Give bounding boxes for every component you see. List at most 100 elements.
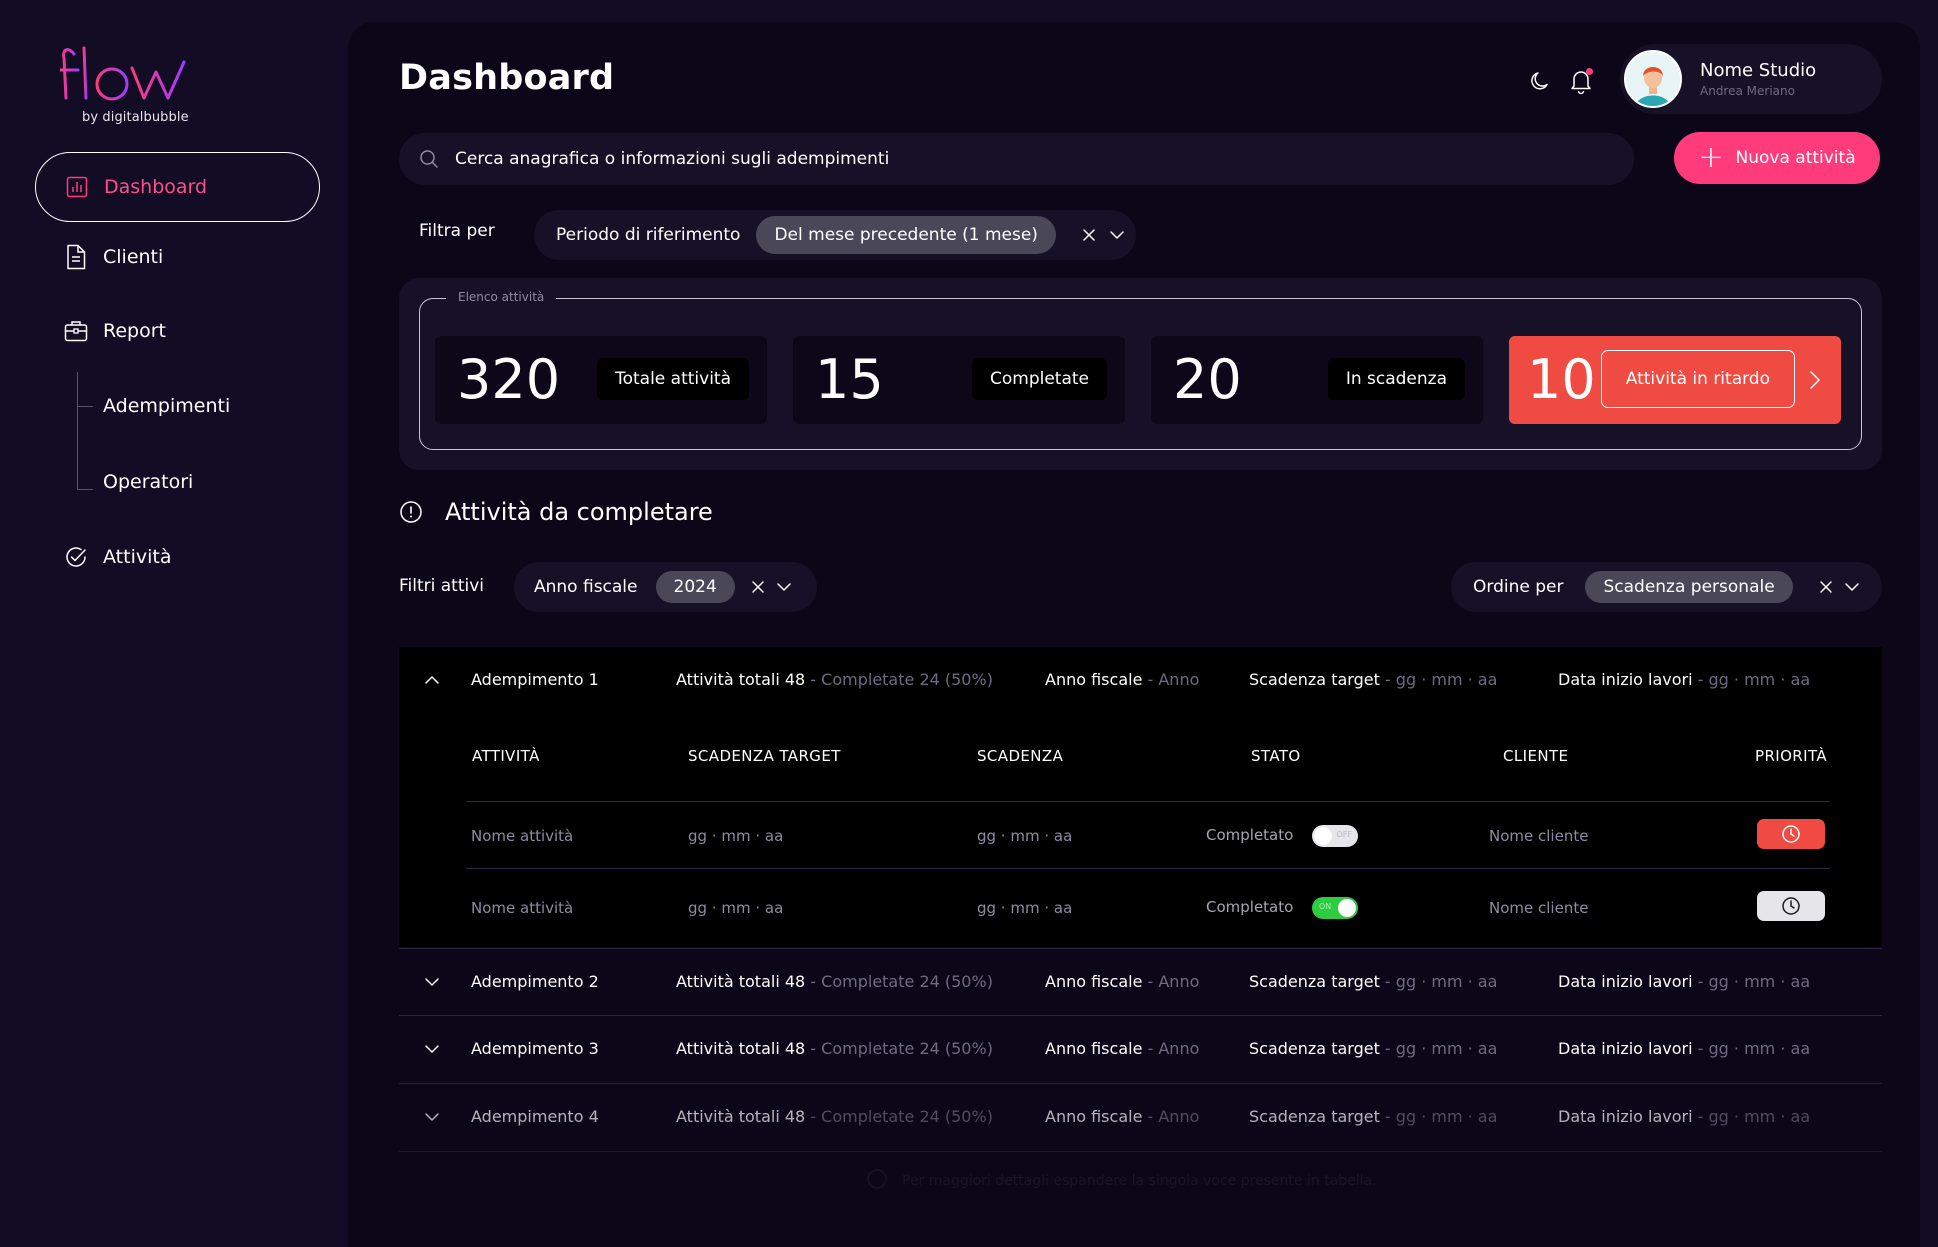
group-target: Scadenza target - gg · mm · aa [1249, 1039, 1498, 1058]
chevron-up-icon[interactable] [421, 669, 443, 691]
group-start: Data inizio lavori - gg · mm · aa [1558, 1107, 1811, 1126]
stat-value: 10 [1527, 348, 1596, 411]
group-fiscal-year: Anno fiscale - Anno [1045, 972, 1200, 991]
activity-name: Nome attività [471, 827, 574, 845]
tree-tick [77, 406, 93, 407]
stat-total: 320 Totale attività [435, 336, 767, 424]
period-filter-chip[interactable]: Del mese precedente (1 mese) [756, 216, 1056, 254]
stat-label: Totale attività [597, 358, 749, 400]
column-header-cliente: CLIENTE [1503, 747, 1569, 765]
group-name: Adempimento 3 [471, 1039, 599, 1058]
flow-logo-icon [60, 46, 186, 101]
fiscal-year-dropdown-button[interactable] [773, 576, 795, 598]
group-start: Data inizio lavori - gg · mm · aa [1558, 1039, 1811, 1058]
period-dropdown-button[interactable] [1106, 224, 1128, 246]
footer-hint: Per maggiori dettagli espandere la singo… [866, 1168, 1377, 1194]
chevron-down-icon[interactable] [421, 1106, 443, 1128]
status-text: Completato [1206, 898, 1294, 916]
group-target: Scadenza target - gg · mm · aa [1249, 670, 1498, 689]
priority-normal-button[interactable] [1757, 891, 1825, 921]
group-target: Scadenza target - gg · mm · aa [1249, 1107, 1498, 1126]
period-filter[interactable]: Periodo di riferimento Del mese preceden… [534, 210, 1136, 260]
group-adempimento-3[interactable]: Adempimento 3 Attività totali 48 - Compl… [399, 1016, 1882, 1084]
sidebar-item-label: Clienti [103, 246, 164, 268]
sidebar-item-report[interactable]: Report [35, 296, 320, 366]
clock-icon [1782, 825, 1800, 843]
user-name: Nome Studio [1700, 60, 1817, 81]
section-title: Attività da completare [399, 498, 713, 526]
period-filter-label: Periodo di riferimento [556, 225, 741, 245]
stat-label: Attività in ritardo [1600, 350, 1795, 408]
target-date: gg · mm · aa [688, 899, 784, 917]
activity-name: Nome attività [471, 899, 574, 917]
order-chip[interactable]: Scadenza personale [1585, 571, 1793, 603]
chevron-down-icon [1110, 231, 1124, 239]
group-totals: Attività totali 48 - Completate 24 (50%) [676, 1107, 993, 1126]
group-start: Data inizio lavori - gg · mm · aa [1558, 972, 1811, 991]
fiscal-year-filter[interactable]: Anno fiscale 2024 [514, 562, 817, 612]
new-activity-button[interactable]: + Nuova attività [1674, 132, 1880, 184]
search-input[interactable] [455, 149, 1555, 169]
column-header-stato: STATO [1251, 747, 1301, 765]
chevron-down-icon[interactable] [421, 971, 443, 993]
group-adempimento-1: Adempimento 1 Attività totali 48 - Compl… [399, 647, 1882, 947]
column-header-scadenza: SCADENZA [977, 747, 1064, 765]
sidebar-item-label: Report [103, 320, 166, 342]
sidebar-item-label: Dashboard [104, 176, 208, 198]
group-header[interactable]: Adempimento 1 Attività totali 48 - Compl… [399, 647, 1882, 713]
status-text: Completato [1206, 826, 1294, 844]
due-date: gg · mm · aa [977, 899, 1073, 917]
stats-frame: Elenco attività 320 Totale attività 15 C… [419, 290, 1862, 450]
order-filter[interactable]: Ordine per Scadenza personale [1451, 562, 1882, 612]
stats-legend: Elenco attività [446, 290, 557, 304]
status-toggle-off[interactable]: OFF [1312, 825, 1358, 847]
group-fiscal-year: Anno fiscale - Anno [1045, 670, 1200, 689]
search-bar [399, 133, 1634, 185]
column-header-scadenza-target: SCADENZA TARGET [688, 747, 841, 765]
status-toggle-on[interactable]: ON [1312, 897, 1358, 919]
sidebar-item-operatori[interactable]: Operatori [103, 462, 193, 502]
tree-tick [77, 489, 93, 490]
section-title-text: Attività da completare [445, 498, 713, 526]
sidebar-item-adempimenti[interactable]: Adempimenti [103, 386, 230, 426]
stat-label: Completate [971, 358, 1107, 400]
group-header[interactable]: Adempimento 2 Attività totali 48 - Compl… [399, 949, 1882, 1015]
group-adempimento-2[interactable]: Adempimento 2 Attività totali 48 - Compl… [399, 948, 1882, 1016]
clear-filter-button[interactable] [1078, 224, 1100, 246]
stat-late[interactable]: 10 Attività in ritardo [1509, 336, 1841, 424]
notification-dot [1586, 68, 1593, 75]
priority-high-button[interactable] [1757, 819, 1825, 849]
group-fiscal-year: Anno fiscale - Anno [1045, 1039, 1200, 1058]
bar-chart-icon [64, 174, 90, 200]
fiscal-year-chip[interactable]: 2024 [655, 571, 735, 603]
group-header[interactable]: Adempimento 4 Attività totali 48 - Compl… [399, 1084, 1882, 1150]
user-profile[interactable]: Nome Studio Andrea Meriano [1620, 44, 1882, 114]
sidebar-item-dashboard[interactable]: Dashboard [35, 152, 320, 222]
sidebar-item-label: Attività [103, 546, 172, 568]
sidebar: by digitalbubble Dashboard Clienti Repor… [0, 0, 348, 1247]
toggle-knob [1338, 899, 1356, 917]
divider [466, 868, 1830, 869]
dark-mode-toggle[interactable] [1523, 64, 1557, 98]
group-name: Adempimento 4 [471, 1107, 599, 1126]
logo-tagline: by digitalbubble [82, 110, 189, 125]
clear-order-button[interactable] [1815, 576, 1837, 598]
sidebar-item-attivita[interactable]: Attività [35, 522, 320, 592]
clear-fiscal-year-button[interactable] [747, 576, 769, 598]
chevron-down-icon [1844, 583, 1859, 591]
group-header[interactable]: Adempimento 3 Attività totali 48 - Compl… [399, 1016, 1882, 1082]
sidebar-item-clienti[interactable]: Clienti [35, 222, 320, 292]
toggle-text: ON [1319, 902, 1332, 911]
flow-logo[interactable]: by digitalbubble [60, 44, 190, 134]
group-totals: Attività totali 48 - Completate 24 (50%) [676, 972, 993, 991]
chevron-down-icon[interactable] [421, 1038, 443, 1060]
client-name: Nome cliente [1489, 827, 1589, 845]
stat-value: 320 [457, 348, 561, 411]
notifications-button[interactable] [1564, 64, 1598, 98]
order-dropdown-button[interactable] [1841, 576, 1863, 598]
footer-hint-text: Per maggiori dettagli espandere la singo… [902, 1173, 1377, 1189]
group-adempimento-4[interactable]: Adempimento 4 Attività totali 48 - Compl… [399, 1084, 1882, 1152]
close-icon [1819, 581, 1832, 593]
stat-value: 15 [815, 348, 884, 411]
toggle-knob [1314, 827, 1332, 845]
